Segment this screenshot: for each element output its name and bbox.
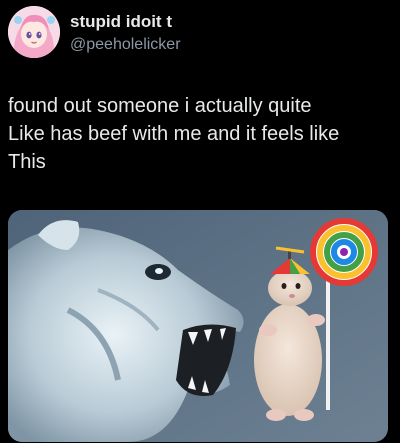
post-media-image[interactable] xyxy=(8,210,388,442)
meme-image xyxy=(8,210,388,442)
user-handle[interactable]: @peeholelicker xyxy=(70,36,181,54)
post-header: stupid idoit t @peeholelicker xyxy=(8,6,392,58)
display-name[interactable]: stupid idoit t xyxy=(70,12,172,32)
avatar[interactable] xyxy=(8,6,60,58)
anime-girl-avatar-icon xyxy=(8,6,60,58)
post-text: found out someone i actually quite Like … xyxy=(8,92,392,176)
post-text-line: Like has beef with me and it feels like xyxy=(8,123,340,145)
post-text-line: found out someone i actually quite xyxy=(8,95,312,117)
post-text-line: This xyxy=(8,151,46,173)
